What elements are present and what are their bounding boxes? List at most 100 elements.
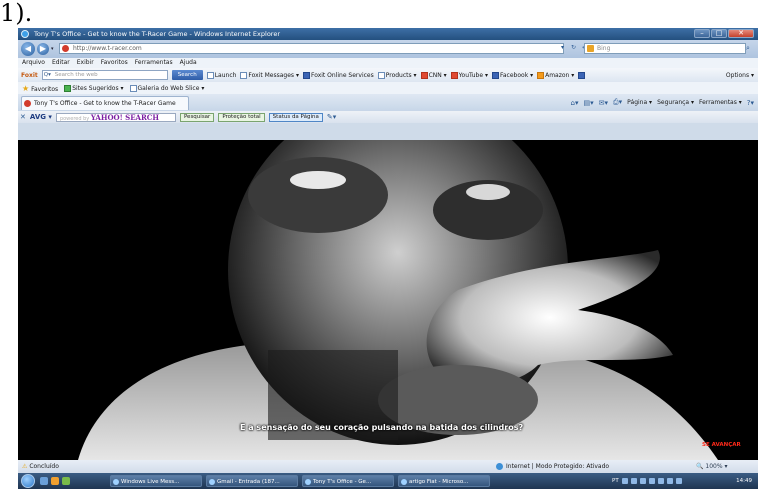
mail-icon[interactable]: ✉▾ (599, 99, 608, 107)
avg-options-icon[interactable]: ✎▾ (327, 113, 336, 121)
skip-intro-link[interactable]: SE AVANÇAR (702, 442, 741, 448)
compatibility-icon[interactable]: ▾ (558, 43, 567, 53)
address-bar[interactable]: http://www.t-racer.com (59, 43, 564, 54)
menu-arquivo[interactable]: Arquivo (22, 58, 45, 68)
amazon-icon (537, 71, 545, 79)
close-button[interactable]: ✕ (728, 29, 754, 38)
start-button[interactable] (21, 474, 35, 488)
suggested-sites-icon (64, 84, 72, 92)
status-da-pagina-button[interactable]: Status da Página (268, 112, 323, 122)
security-zone[interactable]: Internet | Modo Protegido: Ativado (496, 460, 609, 473)
history-dropdown-icon[interactable]: ▾ (51, 46, 54, 52)
tray-sync-icon[interactable] (675, 478, 682, 484)
youtube-button[interactable]: YouTube ▾ (450, 71, 488, 79)
clock[interactable]: 14:49 (736, 473, 752, 489)
warning-icon: ⚠ (22, 463, 28, 470)
taskbar-item-gmail[interactable]: Gmail - Entrada (187... (206, 475, 298, 487)
tray-power-icon[interactable] (666, 478, 673, 484)
page-menu[interactable]: Página ▾ (627, 99, 652, 106)
quicklaunch-explorer-icon[interactable] (51, 477, 59, 485)
protecao-total-button[interactable]: Proteção total (218, 112, 265, 122)
home-icon[interactable]: ⌂▾ (571, 99, 579, 107)
foxit-products-button[interactable]: Products ▾ (377, 71, 417, 79)
extra-toolbar-icon[interactable] (578, 71, 586, 79)
foxit-search-input[interactable]: Search the web (41, 70, 168, 80)
foxit-messages-button[interactable]: Foxit Messages ▾ (240, 71, 299, 79)
star-icon: ★ (22, 83, 30, 93)
minimize-button[interactable]: – (694, 29, 710, 38)
options-button[interactable]: Options ▾ (726, 72, 754, 79)
online-services-label: Foxit Online Services (310, 71, 374, 79)
video-player[interactable]: E a sensação do seu coração pulsando na … (18, 140, 758, 460)
tab-title: Tony T's Office - Get to know the T-Race… (34, 100, 176, 107)
menu-ferramentas[interactable]: Ferramentas (135, 58, 173, 68)
zoom-control[interactable]: 🔍 100% ▾ (696, 460, 727, 473)
foxit-search-button[interactable]: Search (171, 70, 203, 80)
web-slice-icon (129, 84, 137, 92)
menu-exibir[interactable]: Exibir (77, 58, 94, 68)
cnn-button[interactable]: CNN ▾ (420, 71, 447, 79)
tools-menu[interactable]: Ferramentas ▾ (699, 99, 742, 106)
quicklaunch-media-icon[interactable] (62, 477, 70, 485)
help-icon[interactable]: ?▾ (747, 99, 754, 107)
tray-network-icon[interactable] (621, 478, 628, 484)
globe-icon (496, 463, 503, 470)
facebook-button[interactable]: Facebook ▾ (491, 71, 533, 79)
taskbar-item-tony-t-office[interactable]: Tony T's Office - Ge... (302, 475, 394, 487)
print-icon[interactable]: ⎙▾ (613, 98, 622, 107)
suggested-sites-label: Sites Sugeridos ▾ (72, 84, 124, 92)
tab-favicon-icon (24, 100, 31, 107)
web-slice-label: Galeria do Web Slice ▾ (137, 84, 205, 92)
status-bar: ⚠ Concluído Internet | Modo Protegido: A… (18, 460, 758, 473)
caption-marker: 1). (0, 0, 33, 27)
back-button[interactable]: ◀ (21, 42, 35, 56)
tray-update-icon[interactable] (648, 478, 655, 484)
suggested-sites-link[interactable]: Sites Sugeridos ▾ (64, 84, 124, 92)
ie-logo-icon (21, 30, 29, 38)
safety-menu[interactable]: Segurança ▾ (657, 99, 694, 106)
command-bar: ⌂▾ ▤▾ ✉▾ ⎙▾ Página ▾ Segurança ▾ Ferrame… (571, 97, 754, 108)
yahoo-search-input[interactable]: powered by YAHOO! SEARCH (55, 112, 176, 122)
menu-editar[interactable]: Editar (52, 58, 70, 68)
menu-ajuda[interactable]: Ajuda (180, 58, 197, 68)
amazon-button[interactable]: Amazon ▾ (537, 71, 574, 79)
avg-logo[interactable]: AVG ▾ (30, 113, 52, 121)
navigation-bar: ◀ ▶ ▾ http://www.t-racer.com ▾ ↻ ↔ ✕ Bin… (18, 40, 758, 58)
favorites-button[interactable]: ★ Favoritos (22, 84, 58, 93)
bing-search-input[interactable]: Bing (584, 43, 746, 54)
foxit-launch-button[interactable]: Launch (206, 71, 237, 79)
zoom-icon: 🔍 (696, 463, 704, 470)
foxit-online-services-button[interactable]: Foxit Online Services (302, 71, 374, 79)
launch-icon (206, 71, 214, 79)
security-zone-label: Internet | Modo Protegido: Ativado (506, 463, 610, 470)
refresh-icon[interactable]: ↻ (569, 43, 578, 53)
tray-antivirus-icon[interactable] (639, 478, 646, 484)
tab-tony-t-office[interactable]: Tony T's Office - Get to know the T-Race… (21, 96, 189, 110)
quicklaunch-desktop-icon[interactable] (40, 477, 48, 485)
menu-favoritos[interactable]: Favoritos (101, 58, 128, 68)
maximize-button[interactable]: □ (711, 29, 727, 38)
taskbar-item-live-messenger[interactable]: Windows Live Mess... (110, 475, 202, 487)
search-icon[interactable]: ⌕ (746, 44, 750, 53)
pesquisar-button[interactable]: Pesquisar (179, 112, 215, 122)
video-subtitle: E a sensação do seu coração pulsando na … (240, 423, 524, 432)
window-title: Tony T's Office - Get to know the T-Race… (34, 30, 280, 38)
launch-label: Launch (214, 71, 237, 79)
toolbar-close-icon[interactable]: ✕ (20, 113, 26, 121)
feeds-icon[interactable]: ▤▾ (584, 99, 594, 107)
taskbar: Windows Live Mess... Gmail - Entrada (18… (18, 473, 758, 489)
language-indicator[interactable]: PT (612, 473, 619, 489)
yahoo-logo: YAHOO! SEARCH (90, 112, 159, 122)
foxit-toolbar: Foxit Search the web Search Launch Foxit… (18, 68, 758, 82)
forward-button[interactable]: ▶ (37, 43, 49, 55)
taskbar-item-word[interactable]: artigo Fiat - Microso... (398, 475, 490, 487)
status-label: Concluído (29, 463, 59, 470)
address-url: http://www.t-racer.com (73, 45, 142, 52)
web-slice-gallery-link[interactable]: Galeria do Web Slice ▾ (129, 84, 205, 92)
youtube-label: YouTube ▾ (458, 71, 488, 79)
cnn-icon (420, 71, 428, 79)
foxit-logo[interactable]: Foxit (21, 72, 38, 79)
tray-messenger-icon[interactable] (657, 478, 664, 484)
zoom-level: 100% ▾ (705, 463, 728, 470)
tray-volume-icon[interactable] (630, 478, 637, 484)
